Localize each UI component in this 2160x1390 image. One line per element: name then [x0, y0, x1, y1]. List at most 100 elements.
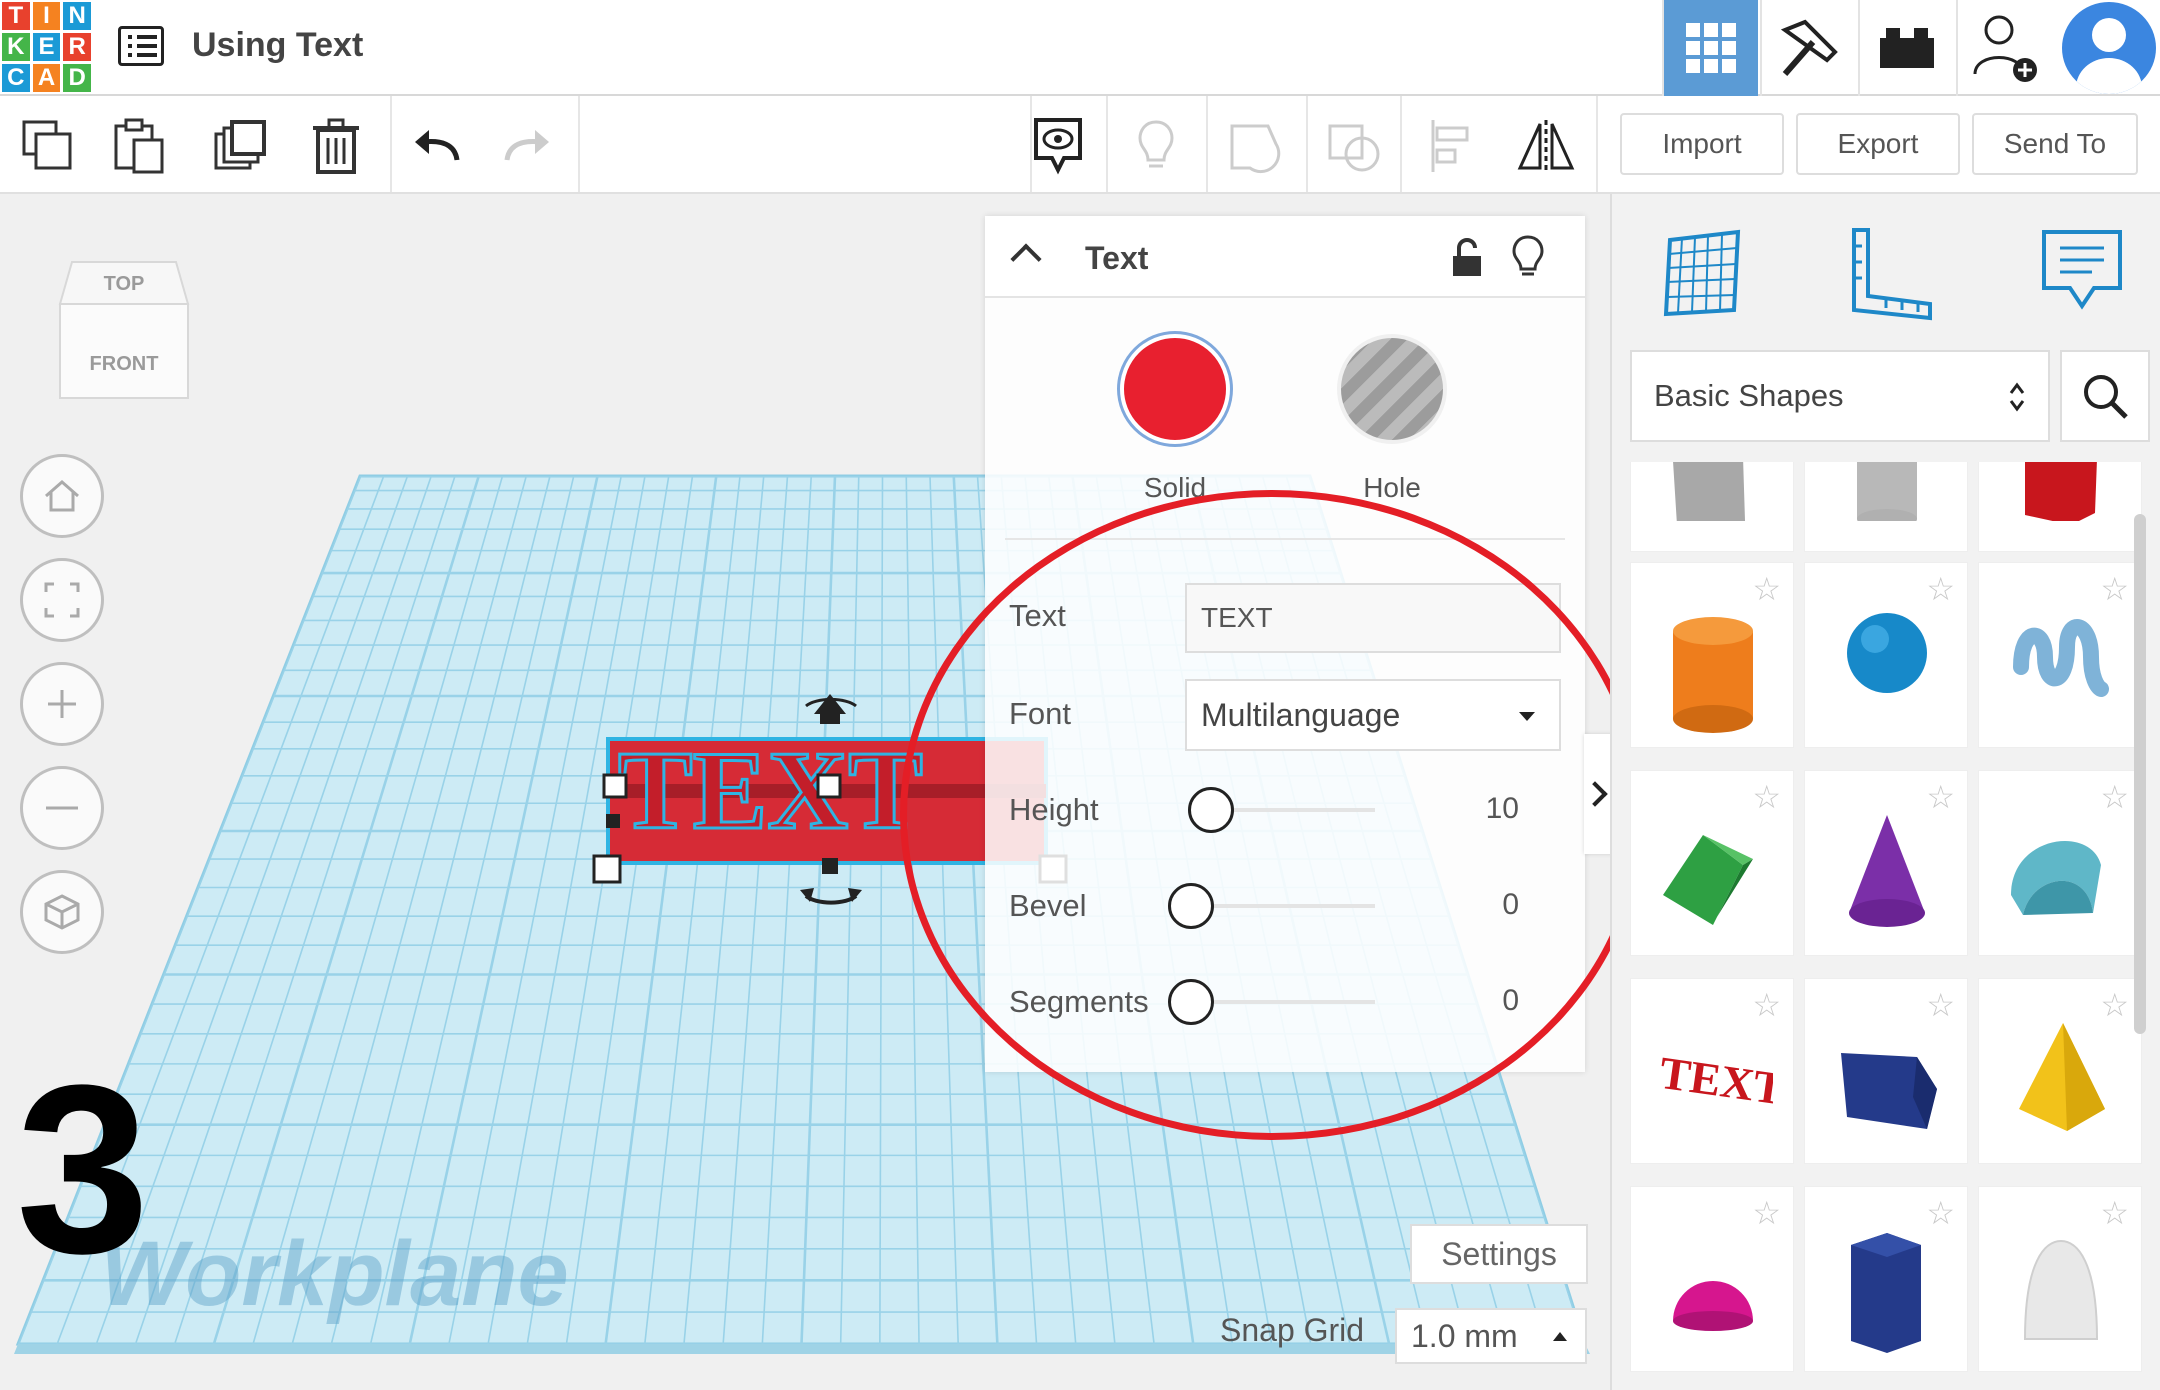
lightbulb-icon[interactable] [1511, 234, 1545, 280]
mirror-button[interactable] [1514, 114, 1578, 178]
ruler-icon[interactable] [1840, 224, 1940, 324]
top-bar: T I N K E R C A D Using Text [0, 0, 2160, 96]
updown-arrows-icon [2009, 382, 2025, 412]
inspector-divider [1005, 538, 1565, 540]
text-input[interactable]: TEXT [1185, 583, 1561, 653]
invite-user-button[interactable] [1956, 0, 2052, 96]
avatar-head-icon [2092, 18, 2126, 52]
shape-scribble[interactable]: ☆ [1978, 562, 2142, 748]
resize-handle[interactable] [822, 858, 838, 874]
shape-box[interactable] [1978, 462, 2142, 552]
logo-letter: R [63, 33, 91, 61]
resize-handle[interactable] [592, 854, 622, 884]
shape-cylinder-hole[interactable] [1804, 462, 1968, 552]
font-select[interactable]: Multilanguage [1185, 679, 1561, 751]
resize-handle[interactable] [602, 773, 628, 799]
bricks-view-button[interactable] [1858, 0, 1954, 96]
ungroup-button[interactable] [1322, 114, 1386, 178]
shape-cone[interactable]: ☆ [1804, 770, 1968, 956]
shape-paraboloid[interactable]: ☆ [1978, 1186, 2142, 1372]
shape-roof[interactable]: ☆ [1630, 770, 1794, 956]
logo-letter: N [63, 2, 91, 30]
paste-button[interactable] [108, 114, 172, 178]
height-slider-knob[interactable] [1188, 787, 1234, 833]
shape-sphere[interactable]: ☆ [1804, 562, 1968, 748]
fit-view-button[interactable] [20, 558, 104, 642]
redo-button[interactable] [496, 114, 560, 178]
bevel-value[interactable]: 0 [1502, 888, 1519, 922]
half-sphere-icon [1673, 1281, 1753, 1331]
svg-text:TEXT: TEXT [1656, 1047, 1773, 1115]
tinkercad-logo[interactable]: T I N K E R C A D [0, 0, 93, 93]
snap-grid-select[interactable]: 1.0 mm [1395, 1308, 1587, 1364]
chevron-up-icon[interactable] [1010, 243, 1042, 275]
import-button[interactable]: Import [1620, 113, 1784, 175]
logo-letter: C [2, 64, 30, 92]
font-property-label: Font [1009, 696, 1072, 731]
user-avatar[interactable] [2062, 2, 2156, 94]
shapes-scrollbar[interactable] [2134, 514, 2146, 1034]
shape-half-sphere[interactable]: ☆ [1630, 1186, 1794, 1372]
solid-label: Solid [1143, 472, 1207, 503]
shape-pyramid[interactable]: ☆ [1978, 978, 2142, 1164]
shape-grid: ☆ ☆ ☆ ☆ ☆ ☆ ☆ TEXT ☆ ☆ ☆ ☆ ☆ [1630, 462, 2150, 1390]
toolbar-divider [578, 96, 580, 192]
settings-button[interactable]: Settings [1410, 1224, 1588, 1284]
resize-handle[interactable] [606, 814, 620, 828]
hint-button[interactable] [1124, 114, 1188, 178]
box-hole-icon [1673, 462, 1745, 521]
group-button[interactable] [1224, 114, 1288, 178]
shape-hexagonal-prism[interactable]: ☆ [1804, 1186, 1968, 1372]
send-to-button[interactable]: Send To [1972, 113, 2138, 175]
design-title[interactable]: Using Text [192, 26, 363, 65]
unlock-icon[interactable] [1449, 236, 1485, 280]
resize-handle[interactable] [816, 773, 842, 799]
workplane-icon[interactable] [1650, 224, 1750, 324]
design-list-icon[interactable] [118, 26, 164, 66]
toolbar-divider [1206, 96, 1208, 192]
shape-box-hole[interactable] [1630, 462, 1794, 552]
notes-icon[interactable] [2032, 224, 2132, 324]
duplicate-button[interactable] [208, 114, 272, 178]
bevel-slider-knob[interactable] [1168, 883, 1214, 929]
view-cube[interactable]: TOP FRONT [58, 242, 192, 402]
height-value[interactable]: 10 [1486, 792, 1519, 826]
shape-round-roof[interactable]: ☆ [1978, 770, 2142, 956]
toolbar-divider [1400, 96, 1402, 192]
shape-text[interactable]: ☆ TEXT [1630, 978, 1794, 1164]
shape-category-select[interactable]: Basic Shapes [1630, 350, 2050, 442]
perspective-toggle-button[interactable] [20, 870, 104, 954]
solid-color-swatch[interactable] [1120, 334, 1230, 444]
pyramid-icon [2019, 1023, 2105, 1131]
undo-button[interactable] [404, 114, 468, 178]
text-shape-icon: TEXT [1656, 1047, 1773, 1115]
segments-slider-track[interactable] [1205, 1000, 1375, 1004]
logo-letter: K [2, 33, 30, 61]
group-icon [1230, 124, 1281, 173]
delete-button[interactable] [304, 114, 368, 178]
ungroup-icon [1328, 124, 1380, 172]
lightbulb-icon [1138, 120, 1174, 168]
logo-letter: D [63, 64, 91, 92]
align-button[interactable] [1420, 114, 1484, 178]
grid-view-icon [1686, 23, 1736, 73]
zoom-out-button[interactable] [20, 766, 104, 850]
segments-slider-knob[interactable] [1168, 979, 1214, 1025]
zoom-in-button[interactable] [20, 662, 104, 746]
hole-swatch[interactable] [1337, 334, 1447, 444]
export-button[interactable]: Export [1796, 113, 1960, 175]
notes-button[interactable] [1026, 114, 1090, 178]
cylinder-hole-icon [1857, 462, 1917, 521]
shape-polygon[interactable]: ☆ [1804, 978, 1968, 1164]
cone-icon [1849, 815, 1925, 927]
shape-search-button[interactable] [2060, 350, 2150, 442]
minecraft-view-button[interactable] [1760, 0, 1856, 96]
copy-button[interactable] [16, 114, 80, 178]
3d-design-view-button[interactable] [1662, 0, 1758, 96]
segments-value[interactable]: 0 [1502, 984, 1519, 1018]
chevron-right-icon [1582, 781, 1608, 807]
bevel-slider-track[interactable] [1205, 904, 1375, 908]
toolbar-divider [1596, 96, 1598, 192]
shape-cylinder[interactable]: ☆ [1630, 562, 1794, 748]
home-view-button[interactable] [20, 454, 104, 538]
